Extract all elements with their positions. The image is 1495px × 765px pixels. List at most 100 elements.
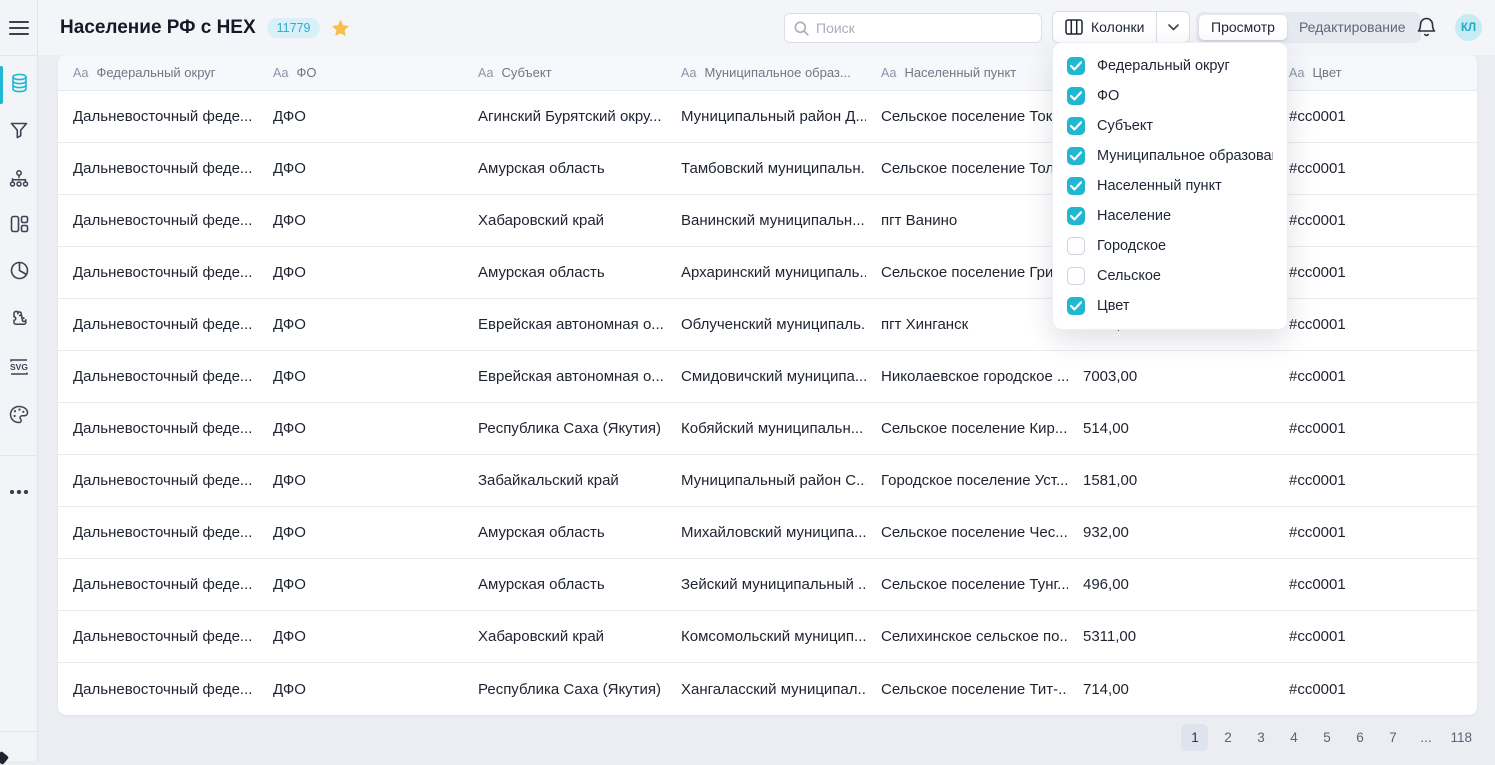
edit-mode-button[interactable]: Редактирование [1287, 15, 1418, 40]
page-button[interactable]: 6 [1346, 724, 1373, 751]
table-cell[interactable]: Республика Саха (Якутия) [463, 403, 666, 454]
table-cell[interactable]: Муниципальный район Д... [666, 91, 866, 142]
table-cell[interactable]: 514,00 [1068, 403, 1274, 454]
table-cell[interactable]: #cc0001 [1274, 299, 1477, 350]
table-cell[interactable]: Ванинский муниципальн... [666, 195, 866, 246]
column-header[interactable]: АаСубъект [463, 55, 666, 90]
columns-button[interactable]: Колонки [1052, 11, 1190, 43]
table-cell[interactable]: Сельское поселение Тунг... [866, 559, 1068, 610]
page-button[interactable]: 5 [1313, 724, 1340, 751]
table-cell[interactable]: Сельское поселение Гри [866, 247, 1068, 298]
table-cell[interactable]: Дальневосточный феде... [58, 507, 258, 558]
table-cell[interactable]: ДФО [258, 663, 463, 715]
table-cell[interactable]: 5311,00 [1068, 611, 1274, 662]
table-cell[interactable]: ДФО [258, 403, 463, 454]
page-button[interactable]: 7 [1379, 724, 1406, 751]
table-cell[interactable]: Хабаровский край [463, 611, 666, 662]
checkbox-checked-icon[interactable] [1067, 87, 1085, 105]
table-cell[interactable]: Архаринский муниципаль... [666, 247, 866, 298]
columns-menu-item[interactable]: Население [1053, 201, 1287, 231]
table-row[interactable]: Дальневосточный феде...ДФОАмурская облас… [58, 559, 1477, 611]
columns-menu-item[interactable]: Федеральный округ [1053, 51, 1287, 81]
table-row[interactable]: Дальневосточный феде...ДФОЕврейская авто… [58, 351, 1477, 403]
checkbox-unchecked-icon[interactable] [1067, 267, 1085, 285]
table-cell[interactable]: Михайловский муниципа... [666, 507, 866, 558]
table-cell[interactable]: ДФО [258, 91, 463, 142]
column-header[interactable]: АаНаселенный пункт [866, 55, 1068, 90]
column-header[interactable]: АаФО [258, 55, 463, 90]
table-cell[interactable]: Зейский муниципальный ... [666, 559, 866, 610]
table-cell[interactable]: пгт Хинганск [866, 299, 1068, 350]
table-cell[interactable]: ДФО [258, 195, 463, 246]
checkbox-checked-icon[interactable] [1067, 117, 1085, 135]
table-row[interactable]: Дальневосточный феде...ДФОРеспублика Сах… [58, 663, 1477, 715]
table-row[interactable]: Дальневосточный феде...ДФОЗабайкальский … [58, 455, 1477, 507]
table-cell[interactable]: 1581,00 [1068, 455, 1274, 506]
view-mode-button[interactable]: Просмотр [1199, 15, 1287, 40]
table-cell[interactable]: #cc0001 [1274, 663, 1477, 715]
table-cell[interactable]: Хангаласский муниципал... [666, 663, 866, 715]
user-avatar[interactable]: КЛ [1455, 14, 1482, 41]
table-cell[interactable]: Еврейская автономная о... [463, 351, 666, 402]
search-input[interactable] [816, 20, 1032, 36]
table-cell[interactable]: #cc0001 [1274, 351, 1477, 402]
page-button[interactable]: 4 [1280, 724, 1307, 751]
table-cell[interactable]: Сельское поселение Тит-... [866, 663, 1068, 715]
table-cell[interactable]: ДФО [258, 351, 463, 402]
sidebar-item-more[interactable] [0, 466, 38, 514]
hamburger-menu-icon[interactable] [9, 20, 29, 36]
columns-menu-item[interactable]: Сельское [1053, 261, 1287, 291]
checkbox-unchecked-icon[interactable] [1067, 237, 1085, 255]
table-cell[interactable]: Еврейская автономная о... [463, 299, 666, 350]
sidebar-item-pie-chart[interactable] [0, 249, 38, 297]
table-cell[interactable]: Тамбовский муниципальн... [666, 143, 866, 194]
table-cell[interactable]: ДФО [258, 559, 463, 610]
table-cell[interactable]: #cc0001 [1274, 507, 1477, 558]
table-cell[interactable]: ДФО [258, 143, 463, 194]
table-cell[interactable]: Дальневосточный феде... [58, 143, 258, 194]
columns-menu-item[interactable]: Населенный пункт [1053, 171, 1287, 201]
sidebar-item-palette[interactable] [0, 393, 38, 441]
sidebar-item-plugins[interactable] [0, 297, 38, 345]
table-cell[interactable]: Дальневосточный феде... [58, 299, 258, 350]
favorite-star-icon[interactable] [331, 19, 350, 37]
sidebar-item-filter[interactable] [0, 109, 38, 157]
table-cell[interactable]: #cc0001 [1274, 143, 1477, 194]
checkbox-checked-icon[interactable] [1067, 297, 1085, 315]
table-cell[interactable]: #cc0001 [1274, 91, 1477, 142]
table-cell[interactable]: Облученский муниципаль... [666, 299, 866, 350]
table-cell[interactable]: Селихинское сельское по... [866, 611, 1068, 662]
table-cell[interactable]: 7003,00 [1068, 351, 1274, 402]
table-cell[interactable]: ДФО [258, 455, 463, 506]
columns-menu-item[interactable]: Субъект [1053, 111, 1287, 141]
table-cell[interactable]: Дальневосточный феде... [58, 247, 258, 298]
table-cell[interactable]: ДФО [258, 247, 463, 298]
table-cell[interactable]: Хабаровский край [463, 195, 666, 246]
table-cell[interactable]: #cc0001 [1274, 611, 1477, 662]
table-cell[interactable]: Амурская область [463, 559, 666, 610]
table-row[interactable]: Дальневосточный феде...ДФОХабаровский кр… [58, 611, 1477, 663]
columns-menu-item[interactable]: ФО [1053, 81, 1287, 111]
table-cell[interactable]: ДФО [258, 299, 463, 350]
table-cell[interactable]: Дальневосточный феде... [58, 403, 258, 454]
table-cell[interactable]: Забайкальский край [463, 455, 666, 506]
table-cell[interactable]: Кобяйский муниципальн... [666, 403, 866, 454]
table-cell[interactable]: Смидовичский муниципа... [666, 351, 866, 402]
page-button[interactable]: 2 [1214, 724, 1241, 751]
table-cell[interactable]: Сельское поселение Кир... [866, 403, 1068, 454]
table-cell[interactable]: #cc0001 [1274, 403, 1477, 454]
table-cell[interactable]: 496,00 [1068, 559, 1274, 610]
page-button[interactable]: 1 [1181, 724, 1208, 751]
table-cell[interactable]: Дальневосточный феде... [58, 663, 258, 715]
column-header[interactable]: АаМуниципальное образ... [666, 55, 866, 90]
columns-menu-item[interactable]: Цвет [1053, 291, 1287, 321]
checkbox-checked-icon[interactable] [1067, 207, 1085, 225]
column-header[interactable]: АаФедеральный округ [58, 55, 258, 90]
sidebar-item-layout[interactable] [0, 202, 38, 250]
table-cell[interactable]: Амурская область [463, 507, 666, 558]
columns-menu-item[interactable]: Муниципальное образован... [1053, 141, 1287, 171]
table-cell[interactable]: Дальневосточный феде... [58, 611, 258, 662]
checkbox-checked-icon[interactable] [1067, 57, 1085, 75]
checkbox-checked-icon[interactable] [1067, 147, 1085, 165]
table-cell[interactable]: Городское поселение Уст... [866, 455, 1068, 506]
